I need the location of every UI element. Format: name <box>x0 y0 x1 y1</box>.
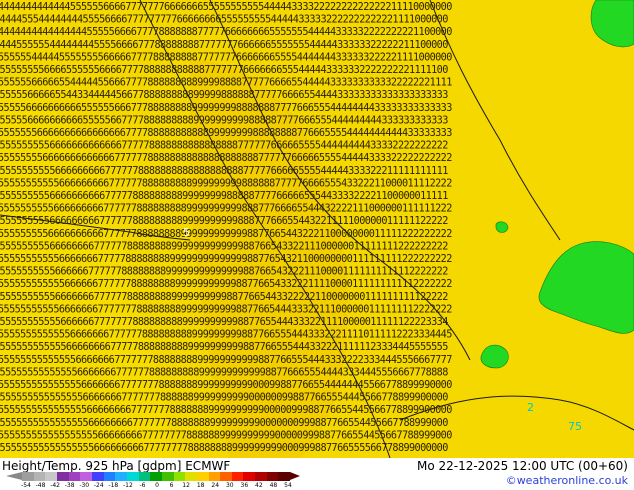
colorbar-tick-label: -48 <box>35 482 46 489</box>
colorbar-swatch <box>278 472 291 481</box>
digit-row: 5555555555556666667777778888888899999999… <box>0 279 452 290</box>
colorbar <box>22 472 291 481</box>
digit-row: 5555555556666666666777777888888889999999… <box>0 229 452 240</box>
colorbar-tick-label: 6 <box>169 482 174 489</box>
colorbar-swatch <box>161 472 174 481</box>
colorbar-swatch <box>115 472 127 481</box>
temperature-map: 4444444444444555555666677777776666666555… <box>0 0 634 458</box>
digit-row: 5555555555666666667777778888888899999999… <box>0 241 448 252</box>
digit-row: 5555555555666666666666677777888888888888… <box>0 141 448 152</box>
colorbar-tick-label: -54 <box>21 482 31 489</box>
colorbar-swatch <box>266 472 279 481</box>
land-island-2 <box>495 221 509 233</box>
map-area: 4444444444444555555666677777776666666555… <box>0 0 634 458</box>
digit-row: 5555555555566666666677777788888888899999… <box>0 178 452 189</box>
colorbar-tick-label: -38 <box>64 482 75 489</box>
digit-row: 5555555555566666666677777788888888888888… <box>0 166 448 177</box>
colorbar-swatch <box>138 472 151 481</box>
digit-row: 5555555555555566666667777777888888889999… <box>0 355 452 366</box>
colorbar-tick-label: 30 <box>225 482 234 489</box>
digit-row: 5555555555555555556666666667777777788888… <box>0 443 448 454</box>
digit-row: 5555555555666666666777777888888888999999… <box>0 204 452 215</box>
digit-row: 4444444444444555555666677777776666666555… <box>0 2 452 13</box>
digit-row: 5555555555555666666677777788888888899999… <box>0 330 452 341</box>
colorbar-ticks: -54 -48 -42 -38 -30 -24 -18 -12 -6 0 6 12 18 24 30 36 42… <box>21 482 294 490</box>
colorbar-tick-label: 12 <box>182 482 190 489</box>
colorbar-arrow-left <box>6 472 22 480</box>
digit-row: 5555555555566666667777778888888899999999… <box>0 292 448 303</box>
colorbar-tick-label: -30 <box>79 482 90 489</box>
colorbar-tick-label: 42 <box>255 482 263 489</box>
digit-row: 5555555666666666666666677778888888888899… <box>0 128 452 139</box>
digit-row: 5555556666666666555556677778888888889999… <box>0 115 448 126</box>
colorbar-swatch <box>196 472 209 481</box>
digit-row: 4444455544444444555566667777777776666666… <box>0 15 448 26</box>
colorbar-swatch <box>255 472 267 481</box>
colorbar-tick-label: 18 <box>196 482 205 489</box>
digit-grid: 4444444444444555555666677777776666666555… <box>0 2 453 454</box>
digit-row: 5555555555566666677777788888888999999999… <box>0 267 448 278</box>
digit-row: 5555556666655444445566677778888888889999… <box>0 78 452 89</box>
digit-row: 5555556666655443344444566778888888889999… <box>0 90 448 101</box>
digit-row: 5555555555666666666777777888888888999999… <box>0 216 448 227</box>
colorbar-swatch <box>80 472 92 481</box>
colorbar-swatch <box>126 472 139 481</box>
digit-row: 5555555556666555555666677778888888888877… <box>0 65 448 76</box>
colorbar-swatch <box>56 472 69 481</box>
contour-label-2: 2 <box>527 401 534 414</box>
colorbar-arrow-right <box>290 472 300 480</box>
digit-row: 5555555555555555666666667777777888888899… <box>0 405 452 416</box>
digit-row: 5555555566666666666667777778888888888888… <box>0 153 452 164</box>
colorbar-swatch <box>185 472 197 481</box>
credit-link[interactable]: ©weatheronline.co.uk <box>506 474 628 487</box>
colorbar-swatch <box>243 472 256 481</box>
contour-label-3: 75 <box>568 420 582 433</box>
digit-row: 5555555555556666667777777888888888999999… <box>0 317 448 328</box>
colorbar-swatch <box>45 472 57 481</box>
contour-label-1: 5 <box>183 226 190 239</box>
colorbar-swatch <box>103 472 116 481</box>
digit-row: 4444444444444444555556666777788888887777… <box>0 27 452 38</box>
colorbar-swatch <box>150 472 162 481</box>
colorbar-tick-label: 0 <box>155 482 159 489</box>
digit-row: 5555566666666665555556667778888888899999… <box>0 103 452 114</box>
digit-row: 5555554444455555555666667777888888887777… <box>0 52 452 63</box>
colorbar-tick-label: 36 <box>240 482 249 489</box>
colorbar-swatch <box>22 472 34 481</box>
digit-row: 5555555555555666666667777788888888899999… <box>0 342 448 353</box>
map-title: Height/Temp. 925 hPa [gdpm] ECMWF <box>2 459 231 473</box>
digit-row: 5555555555555556666666777777888888888999… <box>0 367 448 378</box>
digit-row: 5555555555555555666666677777778888889999… <box>0 393 448 404</box>
colorbar-tick-label: -24 <box>93 482 104 489</box>
colorbar-swatch <box>208 472 221 481</box>
colorbar-swatch <box>91 472 104 481</box>
digit-row: 5555555555555555566666666777777788888889… <box>0 418 448 429</box>
colorbar-swatch <box>33 472 46 481</box>
colorbar-tick-label: -12 <box>122 482 133 489</box>
digit-row: 5555555555555555556666666677777777888888… <box>0 430 452 441</box>
colorbar-tick-label: 24 <box>211 482 220 489</box>
colorbar-swatch <box>173 472 186 481</box>
colorbar-swatch <box>220 472 232 481</box>
colorbar-tick-label: -42 <box>50 482 61 489</box>
digit-row: 4444555555444444445555666677788888888777… <box>0 40 448 51</box>
digit-row: 5555555555566666667777777888888889999999… <box>0 304 452 315</box>
colorbar-swatch <box>68 472 81 481</box>
digit-row: 5555555555666666666677777888888888999999… <box>0 191 448 202</box>
colorbar-tick-label: -18 <box>108 482 119 489</box>
colorbar-swatch <box>231 472 244 481</box>
digit-row: 5555555555555556666666777777788888889999… <box>0 380 452 391</box>
colorbar-tick-label: 54 <box>284 482 292 489</box>
colorbar-tick-label: 48 <box>269 482 278 489</box>
colorbar-tick-label: -6 <box>139 482 146 489</box>
valid-time: Mo 22-12-2025 12:00 UTC (00+60) <box>416 459 628 473</box>
